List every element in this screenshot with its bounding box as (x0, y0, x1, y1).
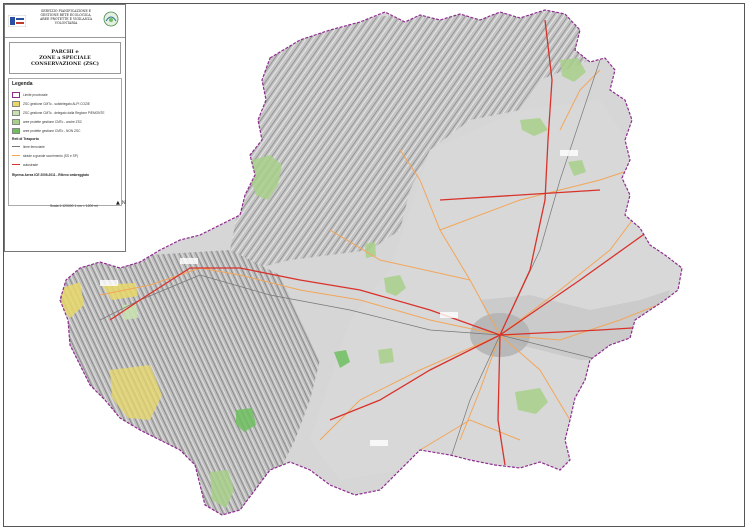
main-road-line-swatch (12, 155, 20, 156)
provincia-torino-logo-icon (8, 15, 26, 27)
legend-item-boundary: Limite provinciale (12, 90, 118, 99)
org-line: VOLONTARIA (54, 21, 78, 25)
panel-spacer (5, 209, 125, 251)
legend-item-main-roads: strade a grande scorrimento (SS e SP) (12, 151, 118, 160)
legend-label: aree protette gestione CMTo - NON ZSC (23, 128, 81, 133)
protected-area-collina (365, 242, 376, 258)
north-label: N (121, 200, 126, 206)
protected-non-zsc-swatch (12, 127, 20, 134)
title-line: CONSERVAZIONE (ZSC) (30, 61, 100, 67)
legend-item-railways: linee ferroviarie (12, 142, 118, 151)
protected-area-west-5 (378, 348, 394, 364)
boundary-swatch (12, 91, 20, 98)
zsc-alpi-cozie-swatch (12, 100, 20, 107)
north-arrow-glyph: ▲ (116, 200, 120, 206)
legend-item-motorways: autostrade (12, 160, 118, 169)
legend-label: linee ferroviarie (23, 144, 45, 149)
motorway-line-swatch (12, 164, 20, 165)
legend-label: ZSC gestione CMTo - delegato dalla Regio… (23, 110, 105, 115)
legend-label: strade a grande scorrimento (SS e SP) (23, 153, 78, 158)
organization-name: SERVIZIO PIANIFICAZIONE E GESTIONE RETE … (31, 9, 101, 25)
legend-label: autostrade (23, 162, 39, 167)
legend-label: ZSC gestione CMTo - subdelegato ALPI COZ… (23, 101, 90, 106)
legend-label: aree protette gestione CMTo - anche ZSC (23, 119, 82, 124)
legend-item-zsc-regione: ZSC gestione CMTo - delegato dalla Regio… (12, 108, 118, 117)
alpine-relief-west (60, 250, 320, 515)
legend-heading: Legenda (12, 81, 33, 87)
legend-item-protected-zsc: aree protette gestione CMTo - anche ZSC (12, 117, 118, 126)
legend-item-zsc-alpi-cozie: ZSC gestione CMTo - subdelegato ALPI COZ… (12, 99, 118, 108)
legend-item-protected-non-zsc: aree protette gestione CMTo - NON ZSC (12, 126, 118, 135)
legend-panel: SERVIZIO PIANIFICAZIONE E GESTIONE RETE … (4, 4, 126, 252)
north-arrow-icon: ▲ N (116, 200, 126, 206)
rete-ecologica-logo-icon (103, 11, 119, 27)
map-title: PARCHI e ZONE a SPECIALE CONSERVAZIONE (… (9, 42, 121, 74)
legend-label: Limite provinciale (23, 92, 48, 97)
protected-zsc-swatch (12, 118, 20, 125)
header-block: SERVIZIO PIANIFICAZIONE E GESTIONE RETE … (5, 5, 125, 38)
zsc-regione-swatch (12, 109, 20, 116)
scale-text: Scala 1:120000 1 cm = 1200 ml (50, 204, 98, 208)
imagery-note: Ripresa Aerea ICE 2009-2011 - Rilievo om… (12, 173, 89, 177)
transport-heading: Reti di Trasporto (12, 137, 39, 141)
legend: Legenda Limite provinciale ZSC gestione … (8, 78, 122, 206)
railway-line-swatch (12, 146, 20, 147)
